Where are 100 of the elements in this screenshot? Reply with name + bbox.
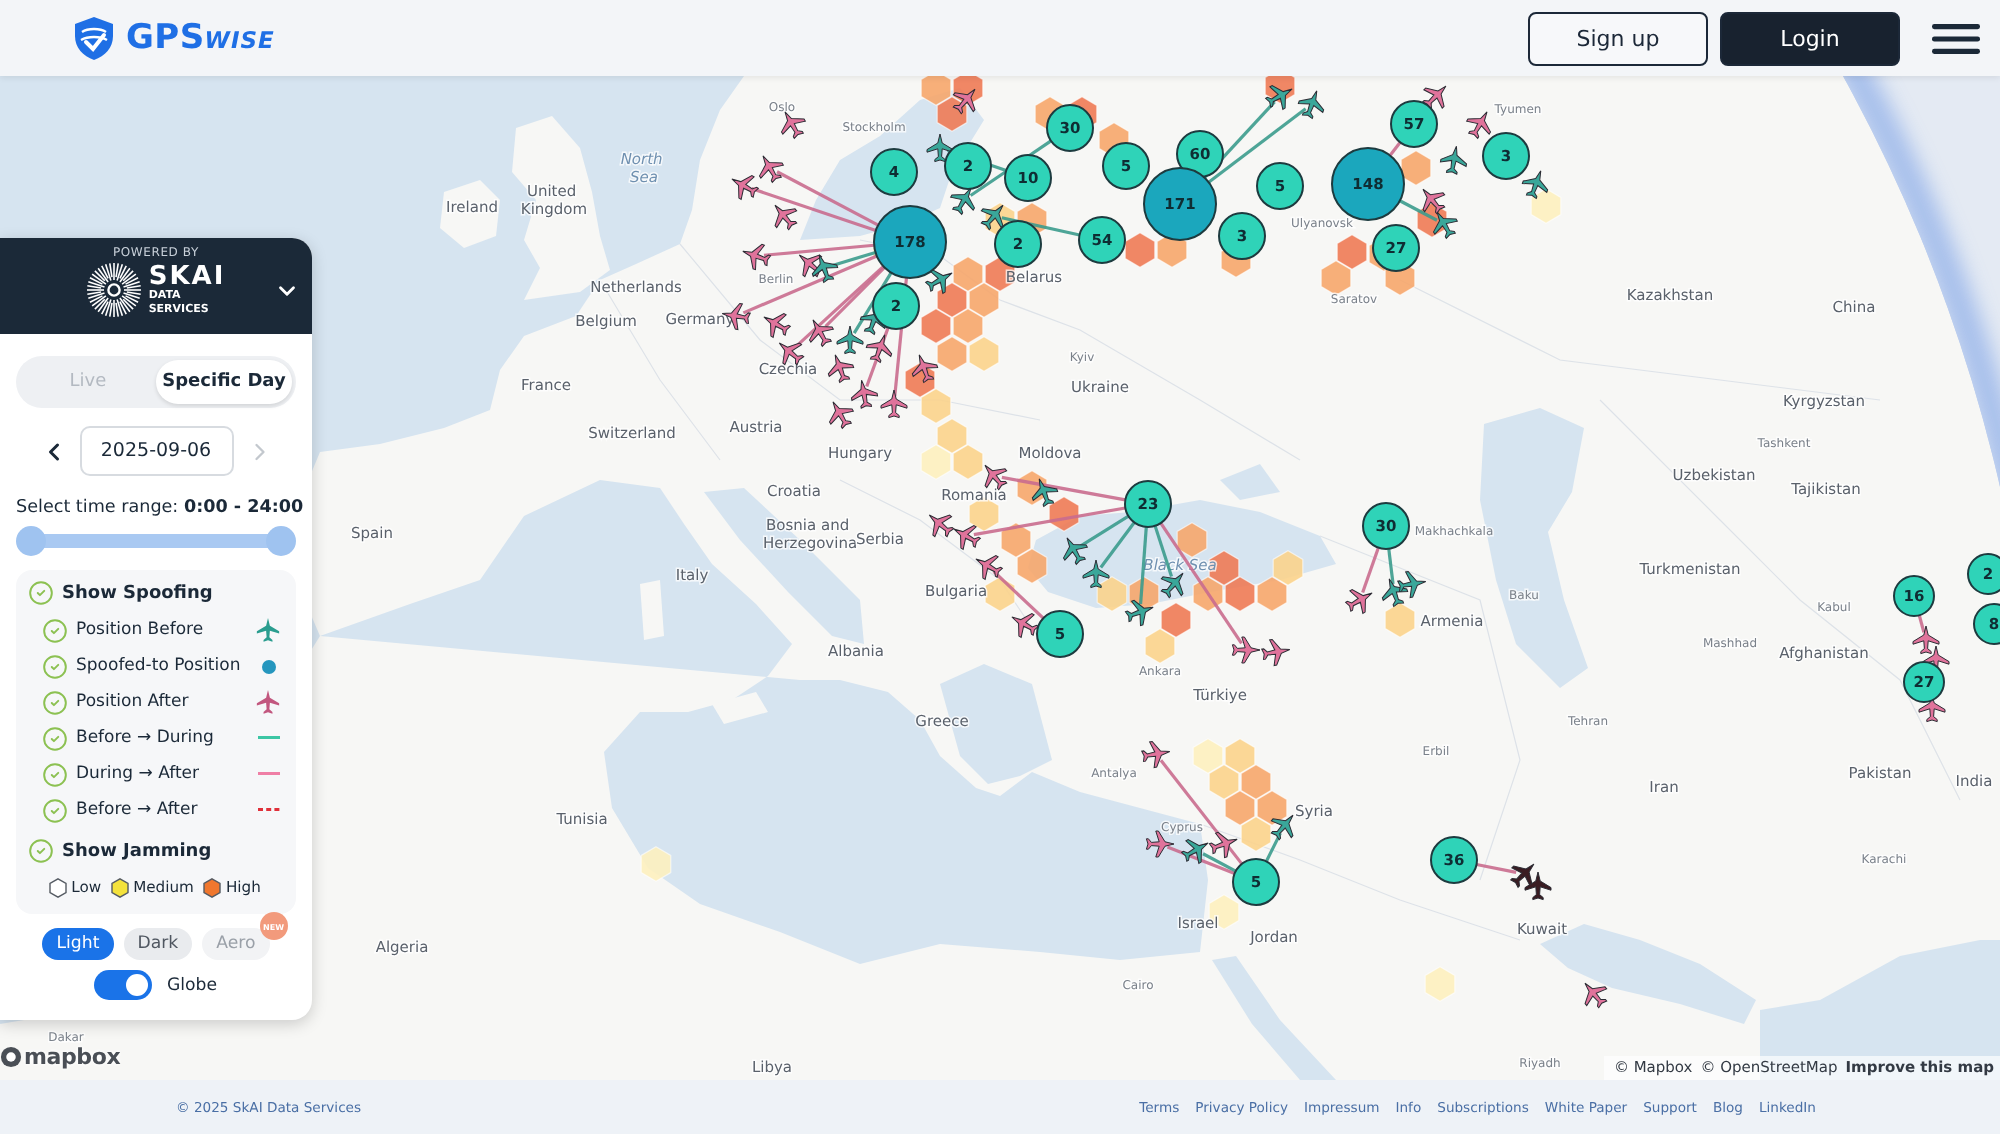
switch-label: Globe [166,975,218,995]
layer-option[interactable]: Before → During [42,725,214,751]
jamming-hexagon [936,418,968,454]
plane-icon[interactable] [759,155,784,183]
plane-icon[interactable] [778,342,805,366]
jamming-hexagon [1000,522,1032,558]
plane-icon[interactable] [836,325,864,355]
plane-icon[interactable] [1231,636,1261,664]
track-line [1399,199,1438,222]
jamming-hexagon [952,444,984,480]
plane-icon[interactable] [1422,85,1447,110]
plane-icon[interactable] [809,319,834,347]
jamming-hexagon [952,256,984,292]
plane-icon[interactable] [1265,85,1293,110]
jamming-hexagon [936,96,968,132]
plane-icon[interactable] [1521,170,1549,200]
jamming-hexagon [1240,816,1272,852]
plane-icon[interactable] [865,334,893,364]
jamming-hexagon [968,336,1000,372]
plane-icon[interactable] [925,269,953,294]
plane-icon[interactable] [811,254,839,284]
brand-name: SKAI [148,264,226,290]
track-line [1264,832,1282,863]
plane-icon[interactable] [984,464,1008,491]
plane-icon[interactable] [911,354,939,384]
jamming-hexagon [1400,150,1432,186]
time-range-slider[interactable] [16,526,296,556]
plane-icon[interactable] [829,401,854,429]
plane-icon[interactable] [1524,871,1552,901]
plane-icon[interactable] [1208,831,1238,859]
track-line [1476,862,1517,874]
layer-option[interactable]: Position After [42,689,189,715]
plane-icon[interactable] [950,187,975,215]
plane-icon[interactable] [1345,589,1373,614]
map-logo-text[interactable]: mapbox [24,1044,121,1070]
slider-handle[interactable] [266,526,296,556]
plane-icon[interactable] [975,555,1003,580]
jamming-hexagon [1530,188,1562,224]
jamming-hexagon [1096,576,1128,612]
brand-logo-text[interactable]: GPS WISE [126,18,275,58]
mode-tab[interactable]: Specific Day [156,360,292,404]
plane-icon[interactable] [1141,741,1171,769]
plane-icon[interactable] [1510,863,1535,888]
track-line [1001,216,1080,237]
track-line [1139,526,1148,605]
shield-logo-icon [70,14,118,62]
plane-icon[interactable] [953,525,981,550]
plane-icon[interactable] [1181,839,1209,864]
layer-option[interactable]: Position Before [42,617,204,643]
jamming-hexagon [1144,628,1176,664]
plane-icon[interactable] [763,313,791,338]
plane-icon[interactable] [1160,572,1184,599]
globe-switch[interactable] [94,970,153,1000]
plane-icon[interactable] [1466,111,1491,139]
plane-icon[interactable] [1011,613,1039,638]
jamming-hexagon [936,282,968,318]
slider-handle[interactable] [16,526,46,556]
layer-option[interactable]: During → After [42,761,200,787]
plane-icon[interactable] [1031,478,1059,508]
plane-icon[interactable] [1124,599,1154,627]
jamming-hexagon [1256,576,1288,612]
date-field[interactable]: 2025-09-06 [79,426,233,476]
layer-option[interactable]: Before → After [42,797,198,823]
plane-icon[interactable] [1381,578,1409,608]
jamming-hexagon [1224,738,1256,774]
plane-icon[interactable] [1063,537,1088,565]
layer-option[interactable]: Spoofed-to Position [42,653,241,679]
login-button[interactable]: Login [1720,11,1900,65]
plane-icon[interactable] [1145,830,1175,858]
plane-icon[interactable] [851,379,879,409]
plane-icon[interactable] [926,133,954,163]
plane-icon[interactable] [827,354,855,384]
menu-icon[interactable] [1932,23,1980,53]
jamming-hexagon [1320,260,1352,296]
plane-icon[interactable] [774,204,798,231]
plane-icon[interactable] [880,389,908,419]
jamming-hexagon [1336,234,1368,270]
sign-up-button[interactable]: Sign up [1528,11,1708,65]
layer-toggle[interactable]: Show Spoofing [28,580,213,606]
plane-icon[interactable] [1439,145,1467,175]
island-area [440,180,500,248]
plane-icon[interactable] [928,514,955,538]
plane-icon[interactable] [1270,814,1294,841]
track-line [776,170,879,227]
plane-icon[interactable] [1082,559,1110,589]
plane-icon[interactable] [781,111,806,139]
layer-toggle[interactable]: Show Jamming [28,838,212,864]
plane-icon[interactable] [742,243,772,271]
plane-icon[interactable] [731,175,759,200]
plane-icon[interactable] [1422,188,1446,215]
plane-icon[interactable] [1912,625,1940,655]
theme-button[interactable]: Light [42,928,114,960]
plane-icon[interactable] [1261,639,1291,667]
plane-icon[interactable] [1433,211,1458,239]
plane-icon[interactable] [1584,982,1608,1009]
plane-icon[interactable] [1297,90,1325,120]
plane-icon[interactable] [952,88,976,115]
plane-icon[interactable] [980,204,1004,231]
theme-button[interactable]: Dark [123,928,193,960]
plane-icon[interactable] [1397,571,1427,599]
